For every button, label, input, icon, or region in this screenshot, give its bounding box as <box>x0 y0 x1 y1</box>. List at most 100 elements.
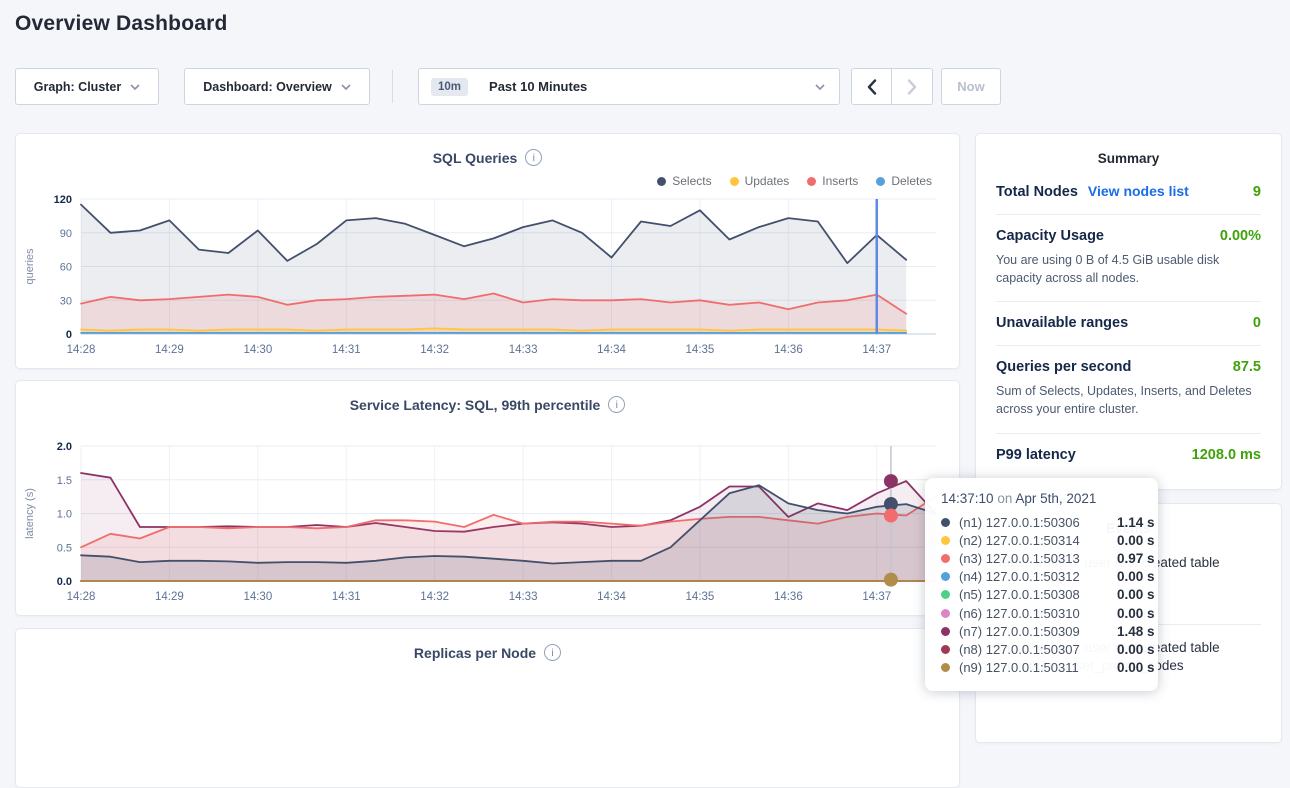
time-range-label: Past 10 Minutes <box>489 79 587 94</box>
legend-item[interactable]: Inserts <box>807 174 858 188</box>
summary-row-desc: You are using 0 B of 4.5 GiB usable disk… <box>996 251 1261 287</box>
tooltip-row: (n6) 127.0.0.1:503100.00 s <box>941 604 1142 622</box>
sql-queries-card: SQL Queries i Selects Updates Inserts Delet… <box>15 133 960 369</box>
tooltip-on: on <box>997 491 1012 506</box>
service-latency-chart[interactable]: 14:2814:2914:3014:3114:3214:3314:3414:35… <box>16 438 961 616</box>
legend-dot <box>807 177 816 186</box>
chevron-left-icon <box>867 79 877 95</box>
series-color-dot <box>941 536 950 545</box>
sql-legend: Selects Updates Inserts Deletes <box>657 174 932 188</box>
series-color-dot <box>941 572 950 581</box>
tooltip-node-value: 0.00 s <box>1117 533 1155 548</box>
graph-dropdown[interactable]: Graph: Cluster <box>15 68 159 105</box>
replicas-per-node-card: Replicas per Node i <box>15 628 960 788</box>
svg-text:90: 90 <box>60 228 72 240</box>
prev-range-button[interactable] <box>851 68 892 105</box>
tooltip-row: (n7) 127.0.0.1:503091.48 s <box>941 622 1142 640</box>
summary-row-label: Capacity Usage <box>996 228 1104 244</box>
svg-text:queries: queries <box>24 248 36 285</box>
summary-row-label: Total Nodes <box>996 184 1078 200</box>
tooltip-node-label: (n6) 127.0.0.1:50310 <box>959 606 1117 621</box>
summary-row-value: 9 <box>1253 184 1261 200</box>
tooltip-row: (n5) 127.0.0.1:503080.00 s <box>941 586 1142 604</box>
series-color-dot <box>941 554 950 563</box>
svg-text:120: 120 <box>54 194 72 206</box>
graph-dropdown-label: Graph: Cluster <box>34 80 122 94</box>
view-nodes-list-link[interactable]: View nodes list <box>1088 183 1189 199</box>
svg-text:14:35: 14:35 <box>686 344 715 356</box>
svg-text:14:33: 14:33 <box>509 591 538 603</box>
chevron-down-icon <box>130 84 140 90</box>
tooltip-date: Apr 5th, 2021 <box>1015 491 1096 506</box>
svg-text:14:29: 14:29 <box>155 591 184 603</box>
tooltip-node-label: (n9) 127.0.0.1:50311 <box>959 660 1117 675</box>
summary-row-value: 0 <box>1253 315 1261 331</box>
series-color-dot <box>941 663 950 672</box>
legend-dot <box>657 177 666 186</box>
info-icon[interactable]: i <box>608 396 625 413</box>
tooltip-node-label: (n7) 127.0.0.1:50309 <box>959 624 1117 639</box>
legend-label: Updates <box>745 174 790 188</box>
page-title: Overview Dashboard <box>15 12 228 36</box>
summary-row: P99 latency1208.0 ms <box>996 433 1261 477</box>
tooltip-node-value: 0.00 s <box>1117 660 1155 675</box>
time-range-badge: 10m <box>431 78 468 96</box>
svg-text:latency (s): latency (s) <box>24 488 36 539</box>
summary-row-desc: Sum of Selects, Updates, Inserts, and De… <box>996 382 1261 418</box>
svg-text:14:36: 14:36 <box>774 591 803 603</box>
info-icon[interactable]: i <box>544 644 561 661</box>
chart-title: Replicas per Node <box>414 645 536 661</box>
legend-item[interactable]: Updates <box>730 174 790 188</box>
tooltip-row: (n2) 127.0.0.1:503140.00 s <box>941 531 1142 549</box>
svg-text:0.0: 0.0 <box>57 576 72 588</box>
tooltip-time: 14:37:10 <box>941 491 994 506</box>
time-range-picker[interactable]: 10m Past 10 Minutes <box>418 68 840 105</box>
svg-text:14:34: 14:34 <box>597 591 626 603</box>
svg-text:14:36: 14:36 <box>774 344 803 356</box>
legend-label: Inserts <box>822 174 858 188</box>
tooltip-node-label: (n5) 127.0.0.1:50308 <box>959 587 1117 602</box>
chart-tooltip: 14:37:10 on Apr 5th, 2021 (n1) 127.0.0.1… <box>925 478 1158 691</box>
tooltip-row: (n8) 127.0.0.1:503070.00 s <box>941 640 1142 658</box>
summary-rows: Total Nodes View nodes list 9 Capacity Usag… <box>976 166 1281 477</box>
tooltip-node-label: (n8) 127.0.0.1:50307 <box>959 642 1117 657</box>
dashboard-dropdown[interactable]: Dashboard: Overview <box>184 68 370 105</box>
svg-text:14:33: 14:33 <box>509 344 538 356</box>
legend-label: Deletes <box>891 174 932 188</box>
svg-text:1.5: 1.5 <box>57 475 72 487</box>
tooltip-node-value: 1.14 s <box>1117 515 1155 530</box>
series-color-dot <box>941 645 950 654</box>
tooltip-row: (n3) 127.0.0.1:503130.97 s <box>941 549 1142 567</box>
summary-title: Summary <box>976 134 1281 166</box>
now-button[interactable]: Now <box>941 68 1001 105</box>
summary-row-label: P99 latency <box>996 447 1076 463</box>
svg-text:14:29: 14:29 <box>155 344 184 356</box>
legend-dot <box>730 177 739 186</box>
summary-row: Unavailable ranges 0 <box>996 301 1261 345</box>
summary-row-label: Unavailable ranges <box>996 315 1128 331</box>
series-color-dot <box>941 518 950 527</box>
tooltip-row: (n9) 127.0.0.1:503110.00 s <box>941 659 1142 677</box>
svg-text:14:35: 14:35 <box>686 591 715 603</box>
sql-queries-chart[interactable]: 14:2814:2914:3014:3114:3214:3314:3414:35… <box>16 191 961 369</box>
summary-row: Total Nodes View nodes list 9 <box>996 170 1261 214</box>
tooltip-node-value: 0.00 s <box>1117 606 1155 621</box>
svg-text:14:37: 14:37 <box>862 344 891 356</box>
svg-text:30: 30 <box>60 295 72 307</box>
next-range-button[interactable] <box>892 68 933 105</box>
series-color-dot <box>941 590 950 599</box>
svg-text:60: 60 <box>60 262 72 274</box>
tooltip-node-label: (n1) 127.0.0.1:50306 <box>959 515 1117 530</box>
dashboard-dropdown-label: Dashboard: Overview <box>203 80 332 94</box>
tooltip-node-label: (n4) 127.0.0.1:50312 <box>959 569 1117 584</box>
time-range-arrows <box>851 68 933 105</box>
legend-item[interactable]: Selects <box>657 174 711 188</box>
chart-title: SQL Queries <box>433 150 518 166</box>
info-icon[interactable]: i <box>525 149 542 166</box>
svg-text:14:34: 14:34 <box>597 344 626 356</box>
svg-text:14:32: 14:32 <box>420 344 449 356</box>
tooltip-node-value: 1.48 s <box>1117 624 1155 639</box>
legend-item[interactable]: Deletes <box>876 174 932 188</box>
svg-text:14:31: 14:31 <box>332 591 361 603</box>
toolbar-divider <box>392 70 393 103</box>
